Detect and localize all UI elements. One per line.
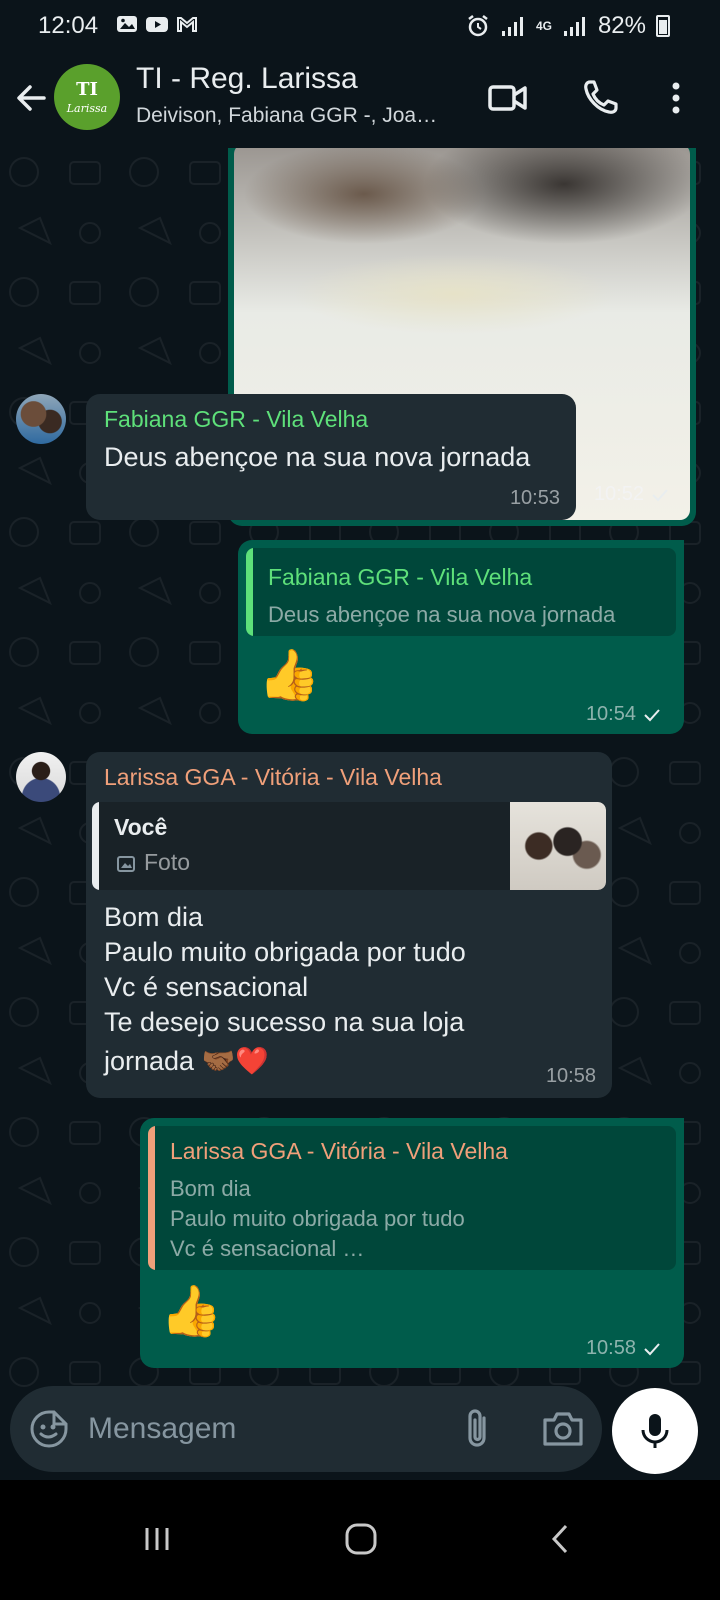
network-type: 4G: [535, 19, 552, 33]
incoming-reply-message[interactable]: Larissa GGA - Vitória - Vila Velha Você …: [86, 752, 612, 1098]
status-bar: 12:04 4G 82%: [0, 0, 720, 52]
message-text: Deus abençoe na sua nova jornada: [104, 442, 531, 472]
home-icon[interactable]: [336, 1514, 386, 1564]
microphone-icon: [641, 1414, 669, 1448]
message-composer: [10, 1386, 602, 1472]
chat-messages[interactable]: 10:52 Fabiana GGR - Vila Velha Deus aben…: [0, 148, 720, 1410]
sticker-emoji-icon[interactable]: [28, 1408, 70, 1450]
system-status: 4G 82%: [466, 12, 670, 40]
recent-apps-icon[interactable]: [132, 1514, 182, 1564]
group-avatar[interactable]: TI Larissa: [54, 64, 120, 130]
youtube-icon: [146, 17, 168, 32]
signal-icon: [501, 17, 523, 36]
quote-bar: [246, 548, 253, 636]
message-time: 10:52: [594, 483, 670, 506]
outgoing-reply-message[interactable]: Fabiana GGR - Vila Velha Deus abençoe na…: [238, 540, 684, 734]
notification-icons: [116, 14, 198, 34]
photo-icon: [117, 856, 135, 872]
more-options-icon[interactable]: [652, 74, 700, 122]
sent-check-icon: [644, 708, 660, 721]
outgoing-reply-message[interactable]: Larissa GGA - Vitória - Vila Velha Bom d…: [140, 1118, 684, 1368]
system-nav-bar: [0, 1480, 720, 1600]
sent-check-icon: [652, 488, 668, 501]
quoted-message[interactable]: Você Foto: [92, 802, 606, 890]
gmail-icon: [177, 17, 197, 32]
message-time: 10:58: [545, 1065, 596, 1087]
message-body: Bom dia Paulo muito obrigada por tudo Vc…: [104, 900, 466, 1079]
battery-percent: 82%: [597, 12, 646, 39]
incoming-message[interactable]: Fabiana GGR - Vila Velha Deus abençoe na…: [86, 394, 576, 520]
quoted-message[interactable]: Fabiana GGR - Vila Velha Deus abençoe na…: [246, 548, 676, 636]
quoted-line: Vc é sensacional …: [170, 1236, 365, 1261]
message-line: Bom dia: [104, 902, 204, 932]
signal-icon-2: [563, 17, 585, 36]
group-avatar-caption: Larissa: [66, 102, 108, 115]
quote-bar: [148, 1126, 155, 1270]
attach-clip-icon[interactable]: [458, 1406, 498, 1452]
quoted-line: Bom dia: [170, 1176, 251, 1201]
message-line: Vc é sensacional: [104, 972, 309, 1002]
message-time: 10:54: [586, 703, 662, 726]
sender-avatar[interactable]: [16, 394, 66, 444]
back-arrow-icon[interactable]: [14, 80, 50, 116]
sender-name[interactable]: Larissa GGA - Vitória - Vila Velha: [104, 764, 442, 791]
voice-call-icon[interactable]: [576, 74, 624, 122]
battery-icon: [656, 15, 670, 37]
message-line: Paulo muito obrigada por tudo: [104, 937, 466, 967]
gallery-icon: [117, 16, 137, 32]
group-avatar-logo: TI: [76, 79, 98, 100]
quoted-message[interactable]: Larissa GGA - Vitória - Vila Velha Bom d…: [148, 1126, 676, 1270]
chat-header: TI Larissa TI - Reg. Larissa Deivison, F…: [0, 52, 720, 148]
message-line: jornada 🤝🏾❤️: [104, 1046, 269, 1076]
quote-bar: [92, 802, 99, 890]
quoted-sender: Fabiana GGR - Vila Velha: [268, 564, 533, 590]
sender-avatar[interactable]: [16, 752, 66, 802]
voice-message-button[interactable]: [612, 1388, 698, 1474]
message-line: Te desejo sucesso na sua loja: [104, 1007, 465, 1037]
camera-icon[interactable]: [540, 1408, 586, 1450]
thumbs-up-emoji: 👍: [160, 1282, 223, 1340]
quoted-text: Foto: [144, 849, 191, 875]
back-nav-icon[interactable]: [536, 1514, 586, 1564]
quoted-sender: Você: [114, 814, 168, 840]
status-time: 12:04: [38, 12, 99, 39]
sent-check-icon: [644, 1342, 660, 1355]
quoted-line: Paulo muito obrigada por tudo: [170, 1206, 465, 1231]
video-call-icon[interactable]: [484, 74, 532, 122]
message-time: 10:58: [586, 1337, 662, 1360]
sender-name[interactable]: Fabiana GGR - Vila Velha: [104, 406, 368, 433]
message-input[interactable]: [88, 1406, 428, 1452]
alarm-icon: [468, 15, 488, 37]
thumbs-up-emoji: 👍: [258, 646, 321, 704]
group-title[interactable]: TI - Reg. Larissa: [136, 62, 358, 96]
quoted-text: Deus abençoe na sua nova jornada: [268, 602, 616, 627]
message-time: 10:53: [509, 487, 560, 509]
quoted-sender: Larissa GGA - Vitória - Vila Velha: [170, 1138, 508, 1164]
group-members[interactable]: Deivison, Fabiana GGR -, Joa…: [136, 104, 466, 128]
quoted-photo-thumbnail: [510, 802, 606, 890]
